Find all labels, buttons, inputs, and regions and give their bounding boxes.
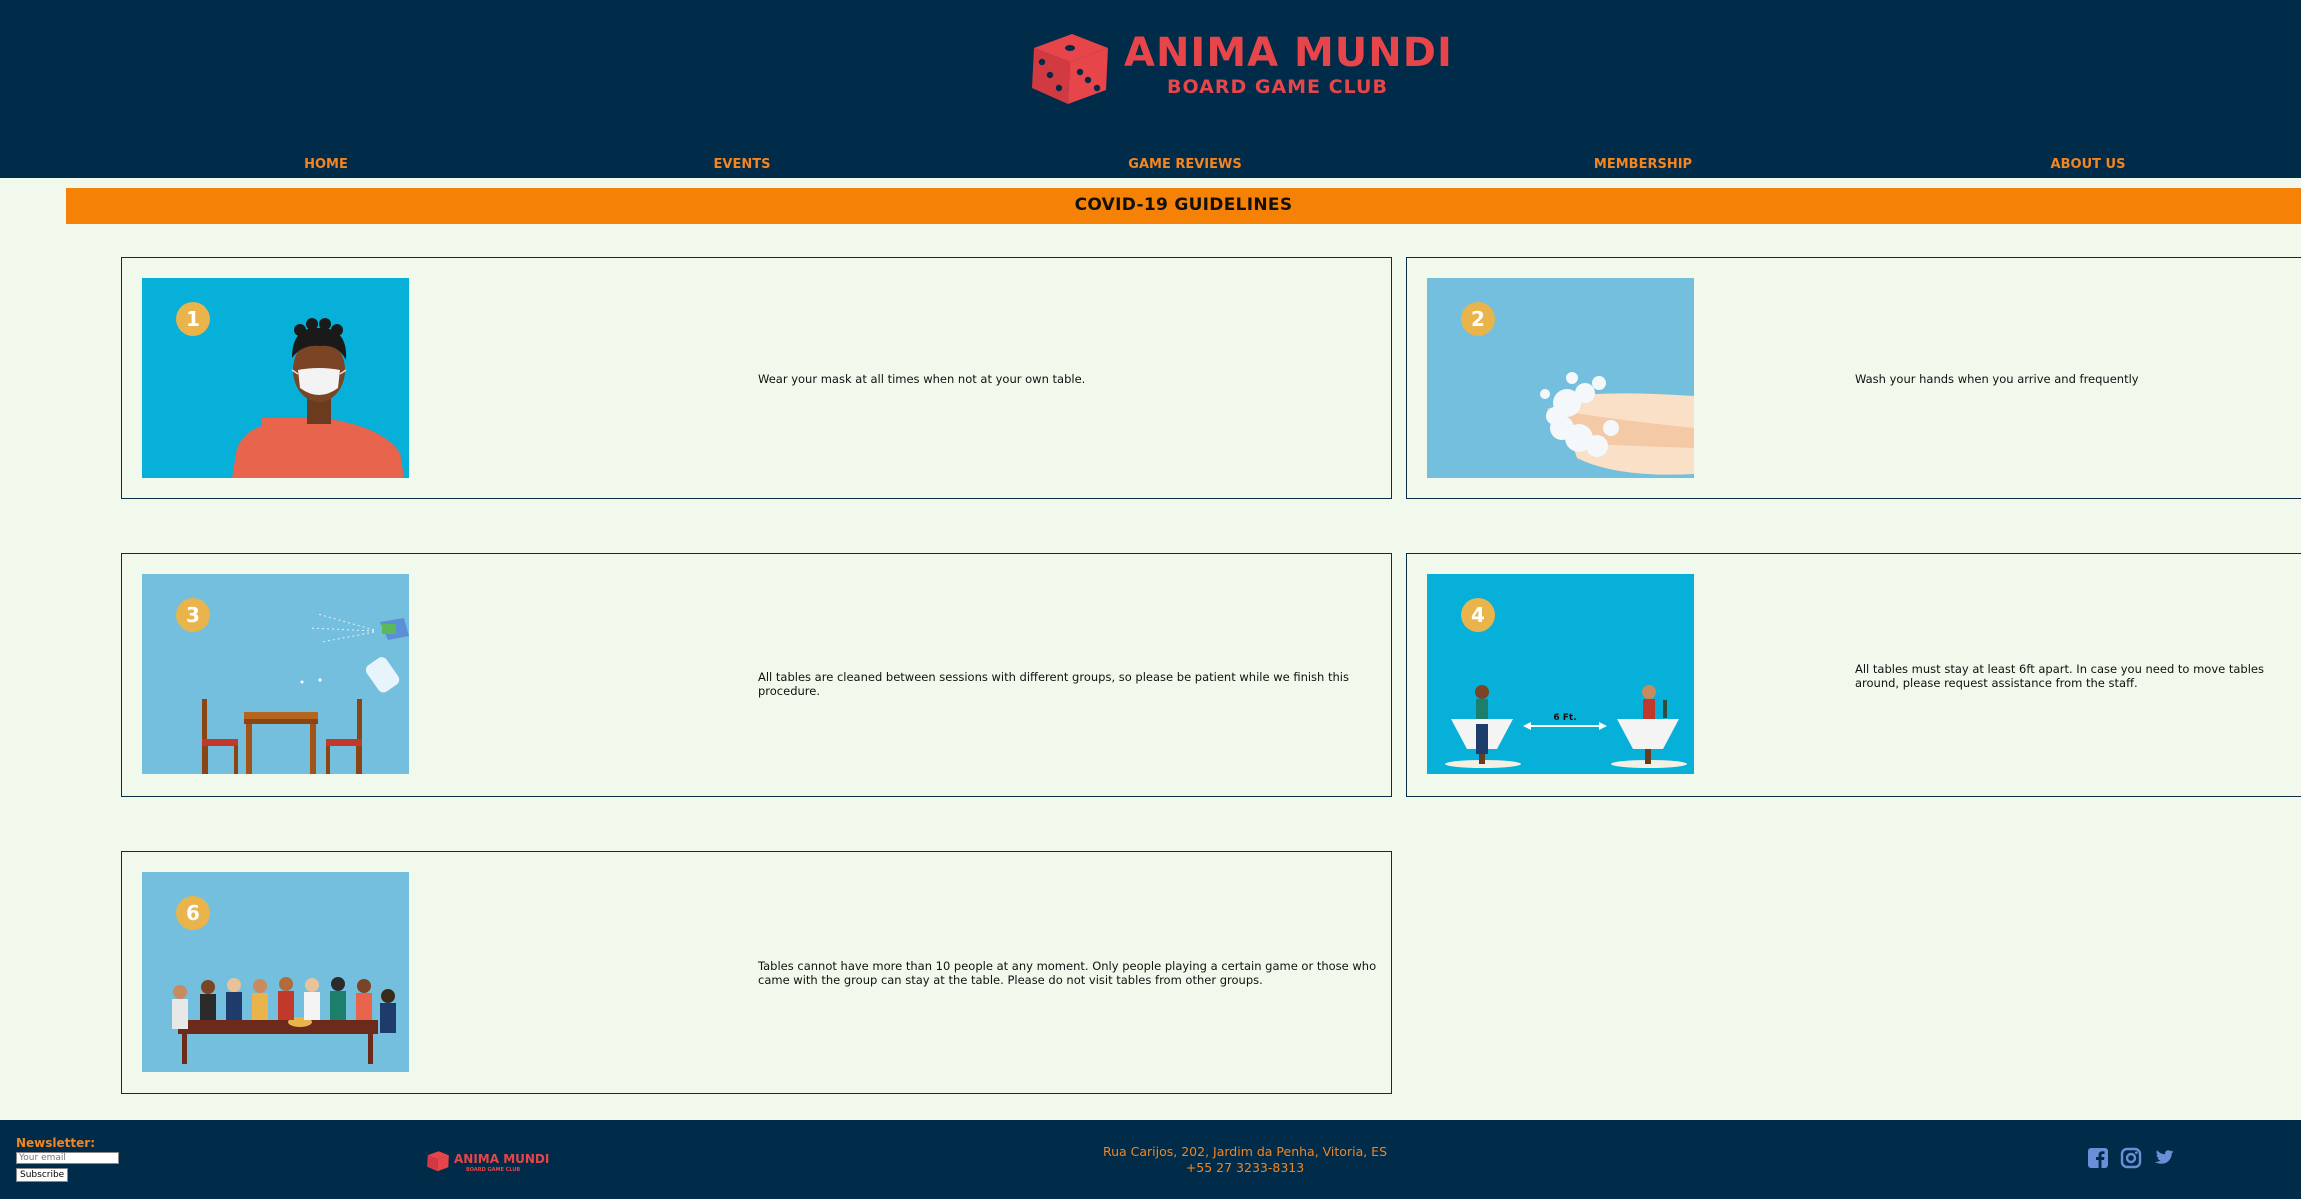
nav-events[interactable]: EVENTS — [714, 157, 771, 172]
twitter-icon[interactable] — [2152, 1146, 2176, 1170]
guideline-text: All tables are cleaned between sessions … — [758, 670, 1349, 698]
brand-tagline: BOARD GAME CLUB — [1167, 76, 1388, 98]
section-banner: COVID-19 GUIDELINES — [66, 188, 2301, 224]
distance-illustration: 6 Ft. 4 — [1427, 574, 1694, 774]
guideline-card-2: 2 Wash your hands when you arrive and fr… — [1406, 257, 2301, 499]
guideline-card-3: 3 All tables are cleaned between session… — [121, 553, 1392, 797]
instagram-icon[interactable] — [2119, 1146, 2143, 1170]
dice-icon — [1032, 34, 1108, 104]
phone-text: +55 27 3233-8313 — [1185, 1160, 1305, 1175]
step-number-badge: 2 — [1461, 302, 1495, 336]
step-number-badge: 4 — [1461, 598, 1495, 632]
guideline-text: Wash your hands when you arrive and freq… — [1855, 372, 2139, 386]
sanitize-illustration: 3 — [142, 574, 409, 774]
main-nav: HOME EVENTS GAME REVIEWS MEMBERSHIP ABOU… — [0, 157, 2301, 173]
banner-title: COVID-19 GUIDELINES — [1074, 195, 1293, 215]
nav-game-reviews[interactable]: GAME REVIEWS — [1128, 157, 1241, 172]
guideline-card-4: 6 Ft. 4 All tables must stay at least 6f… — [1406, 553, 2301, 797]
address-text: Rua Carijos, 202, Jardim da Penha, Vitor… — [1102, 1144, 1388, 1159]
footer-brand-name: ANIMA MUNDI — [454, 1152, 550, 1166]
group-table-illustration: 6 — [142, 872, 409, 1072]
step-number-badge: 6 — [176, 896, 210, 930]
subscribe-button[interactable]: Subscribe — [16, 1168, 69, 1182]
step-number-badge: 1 — [176, 302, 210, 336]
contact-info: Rua Carijos, 202, Jardim da Penha, Vitor… — [1000, 1144, 1490, 1176]
newsletter-email-input[interactable] — [16, 1152, 119, 1164]
facebook-icon[interactable] — [2086, 1146, 2110, 1170]
site-header: ANIMA MUNDI BOARD GAME CLUB HOME EVENTS … — [0, 0, 2301, 178]
brand-name: ANIMA MUNDI — [1124, 30, 1453, 76]
distance-label: 6 Ft. — [1553, 713, 1576, 723]
site-logo[interactable]: ANIMA MUNDI BOARD GAME CLUB — [1028, 28, 1452, 108]
nav-membership[interactable]: MEMBERSHIP — [1594, 157, 1692, 172]
footer-logo[interactable]: ANIMA MUNDI BOARD GAME CLUB — [426, 1148, 549, 1174]
guideline-card-6: 6 Tables cannot have more than 10 people… — [121, 851, 1392, 1094]
handwash-illustration: 2 — [1427, 278, 1694, 478]
newsletter-label: Newsletter: — [16, 1136, 95, 1150]
dice-icon — [427, 1151, 449, 1172]
nav-home[interactable]: HOME — [304, 157, 348, 172]
mask-illustration: 1 — [142, 278, 409, 478]
nav-about-us[interactable]: ABOUT US — [2051, 157, 2126, 172]
step-number-badge: 3 — [176, 598, 210, 632]
guideline-text: Wear your mask at all times when not at … — [758, 372, 1086, 386]
footer-brand-tagline: BOARD GAME CLUB — [466, 1167, 521, 1173]
guideline-text: Tables cannot have more than 10 people a… — [758, 959, 1377, 987]
guideline-text: All tables must stay at least 6ft apart.… — [1855, 662, 2264, 690]
site-footer: Newsletter: Subscribe ANIMA MUNDI BOARD … — [0, 1120, 2301, 1199]
guideline-card-1: 1 Wear your mask at all times when not a… — [121, 257, 1392, 499]
